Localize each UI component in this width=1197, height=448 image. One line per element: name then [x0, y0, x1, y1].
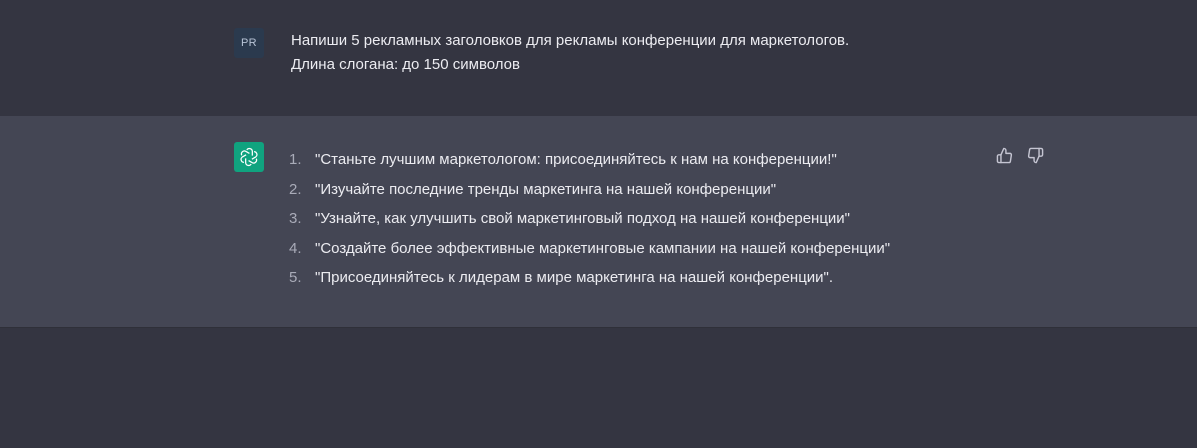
- list-item-text: "Станьте лучшим маркетологом: присоединя…: [315, 151, 837, 168]
- user-avatar: PR: [234, 28, 264, 58]
- list-item: 5. "Присоединяйтесь к лидерам в мире марк…: [289, 263, 989, 293]
- list-item-text: "Изучайте последние тренды маркетинга на…: [315, 180, 777, 198]
- user-message-text: Напиши 5 рекламных заголовков для реклам…: [291, 29, 1011, 77]
- openai-logo-icon: [234, 142, 264, 172]
- thumbs-down-icon[interactable]: [1026, 146, 1044, 164]
- answer-list: 1. "Станьте лучшим маркетологом: присоеди…: [289, 145, 989, 293]
- thumbs-up-icon[interactable]: [995, 146, 1013, 164]
- list-item-number: 2.: [289, 180, 302, 198]
- list-item-number: 3.: [289, 210, 302, 227]
- assistant-message-row: 1. "Станьте лучшим маркетологом: присоеди…: [0, 116, 1197, 328]
- list-item: 4. "Создайте более эффективные маркетинго…: [289, 234, 989, 264]
- list-item-number: 5.: [289, 269, 302, 286]
- list-item-text: "Узнайте, как улучшить свой маркетинговы…: [315, 210, 850, 227]
- list-item-number: 1.: [289, 151, 302, 168]
- list-item-number: 4.: [289, 239, 302, 257]
- list-item-text: "Присоединяйтесь к лидерам в мире маркет…: [315, 269, 834, 286]
- list-item-text: "Создайте более эффективные маркетинговы…: [315, 239, 891, 257]
- user-message-line: Длина слогана: до 150 символов: [291, 56, 520, 73]
- list-item: 3. "Узнайте, как улучшить свой маркетинго…: [289, 204, 989, 234]
- user-message-row: PR Напиши 5 рекламных заголовков для рек…: [0, 0, 1197, 117]
- list-item: 1. "Станьте лучшим маркетологом: присоеди…: [289, 145, 989, 175]
- user-message-line: Напиши 5 рекламных заголовков для реклам…: [291, 32, 850, 49]
- list-item: 2. "Изучайте последние тренды маркетинга …: [289, 175, 989, 205]
